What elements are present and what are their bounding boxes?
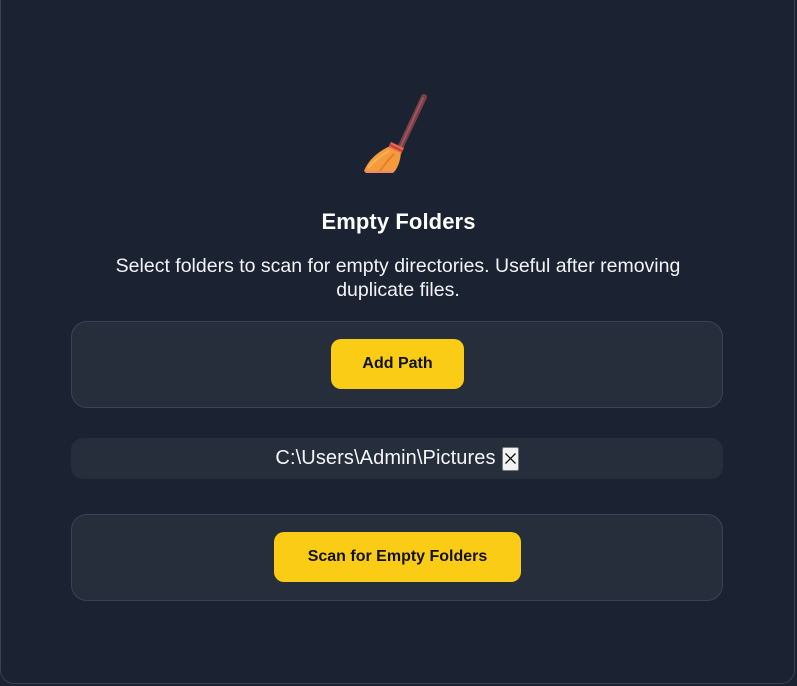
path-text: C:\Users\Admin\Pictures [275,447,496,469]
page-title: Empty Folders [321,209,476,234]
broom-icon [360,92,432,174]
scan-empty-folders-button[interactable]: Scan for Empty Folders [274,532,521,582]
close-icon [504,453,516,464]
path-item: C:\Users\Admin\Pictures [71,438,723,479]
add-path-card: Add Path [71,321,723,408]
page-subtitle: Select folders to scan for empty directo… [115,255,681,301]
add-path-button[interactable]: Add Path [331,339,464,389]
remove-path-button[interactable] [501,446,519,471]
scan-card: Scan for Empty Folders [71,514,723,601]
